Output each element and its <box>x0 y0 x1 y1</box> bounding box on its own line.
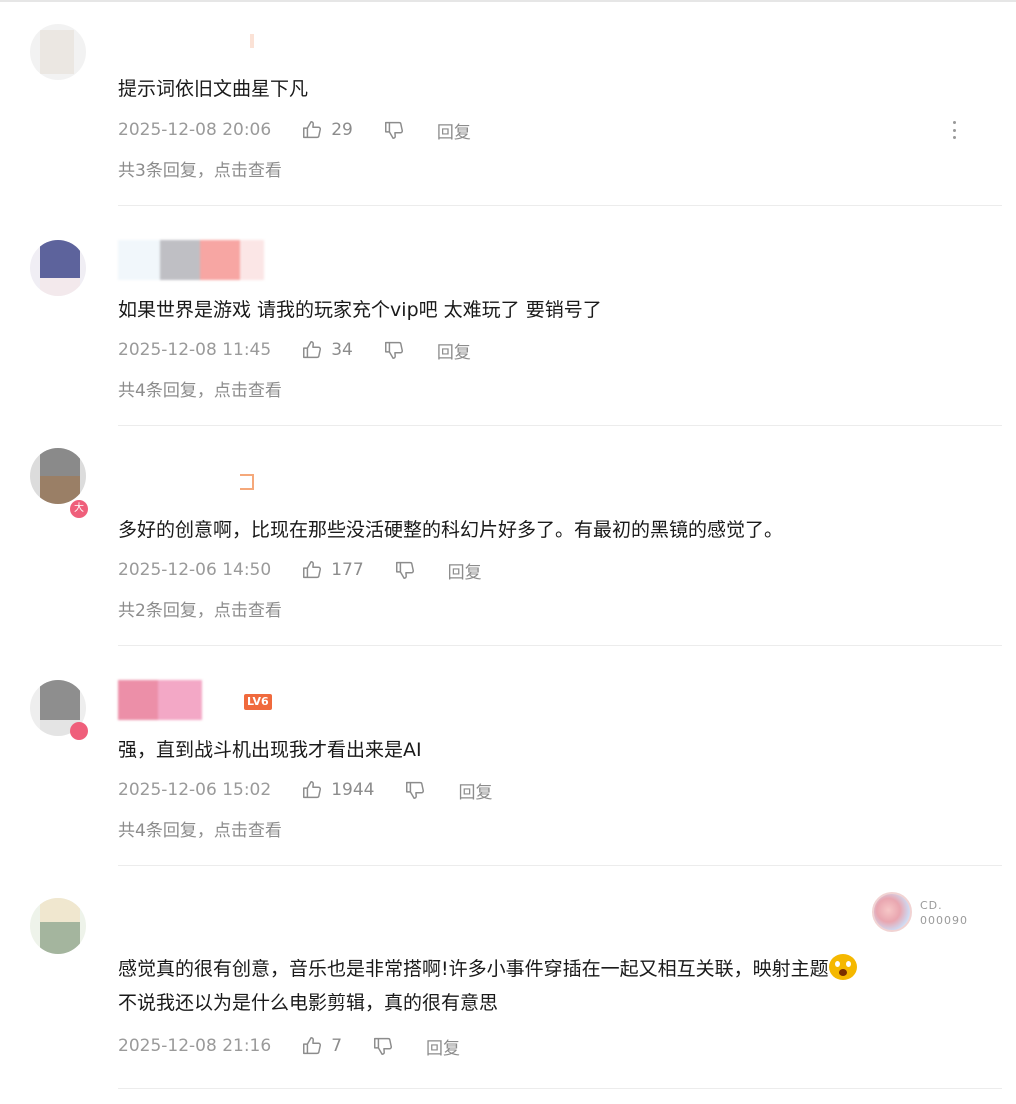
thumb-down-icon <box>383 339 405 361</box>
timestamp: 2025-12-08 11:45 <box>118 340 272 360</box>
like-count: 34 <box>331 340 353 360</box>
avatar-badge <box>70 722 88 740</box>
thumb-up-icon <box>301 119 323 141</box>
view-replies-link[interactable]: 共2条回复，点击查看 <box>118 596 282 621</box>
avatar-badge: 大 <box>70 500 88 518</box>
thumb-up-icon <box>301 779 323 801</box>
divider <box>118 425 1002 426</box>
like-count: 7 <box>331 1036 343 1056</box>
decoration-pendant-icon <box>872 892 912 932</box>
thumb-up-icon <box>301 339 323 361</box>
username-blurred[interactable] <box>118 680 202 720</box>
timestamp: 2025-12-08 20:06 <box>118 120 272 140</box>
reply-button[interactable]: 回复 <box>437 338 471 363</box>
comment-meta: 2025-12-06 14:50 177 回复 <box>118 558 482 583</box>
avatar[interactable] <box>30 448 86 504</box>
divider <box>118 645 1002 646</box>
shocked-emoji-icon <box>828 954 857 980</box>
comment-text: 强，直到战斗机出现我才看出来是AI <box>118 739 422 761</box>
thumb-down-icon <box>383 119 405 141</box>
comment-meta: 2025-12-06 15:02 1944 回复 <box>118 778 492 803</box>
thumb-down-icon <box>372 1035 394 1057</box>
username-blurred[interactable] <box>118 240 264 280</box>
like-button[interactable]: 177 <box>301 559 364 581</box>
avatar[interactable] <box>30 24 86 80</box>
dislike-button[interactable] <box>383 339 405 361</box>
like-button[interactable]: 7 <box>301 1035 342 1057</box>
dislike-button[interactable] <box>372 1035 394 1057</box>
dislike-button[interactable] <box>394 559 416 581</box>
divider <box>118 1088 1002 1089</box>
comment-text: 感觉真的很有创意，音乐也是非常搭啊!许多小事件穿插在一起又相互关联，映射主题 <box>118 952 857 986</box>
avatar[interactable] <box>30 898 86 954</box>
level-badge: LV6 <box>244 694 272 710</box>
divider <box>118 865 1002 866</box>
like-count: 177 <box>331 560 364 580</box>
more-vertical-icon[interactable] <box>944 118 964 142</box>
thumb-up-icon <box>301 1035 323 1057</box>
thumb-down-icon <box>394 559 416 581</box>
avatar[interactable] <box>30 240 86 296</box>
like-button[interactable]: 1944 <box>301 779 374 801</box>
comment-text: 提示词依旧文曲星下凡 <box>118 78 309 100</box>
comment-meta: 2025-12-08 11:45 34 回复 <box>118 338 471 363</box>
divider <box>118 205 1002 206</box>
pendant-label: CD. 000090 <box>920 899 968 927</box>
dislike-button[interactable] <box>383 119 405 141</box>
level-badge <box>240 474 254 490</box>
comment-meta: 2025-12-08 20:06 29 回复 <box>118 118 471 143</box>
timestamp: 2025-12-08 21:16 <box>118 1036 272 1056</box>
top-border <box>0 0 1016 2</box>
like-count: 1944 <box>331 780 375 800</box>
thumb-up-icon <box>301 559 323 581</box>
like-button[interactable]: 29 <box>301 119 353 141</box>
like-button[interactable]: 34 <box>301 339 353 361</box>
view-replies-link[interactable]: 共4条回复，点击查看 <box>118 376 282 401</box>
comment-text-line-2: 不说我还以为是什么电影剪辑，真的很有意思 <box>118 992 499 1014</box>
reply-button[interactable]: 回复 <box>426 1034 460 1059</box>
like-count: 29 <box>331 120 353 140</box>
reply-button[interactable]: 回复 <box>458 778 492 803</box>
view-replies-link[interactable]: 共4条回复，点击查看 <box>118 816 282 841</box>
dislike-button[interactable] <box>404 779 426 801</box>
reply-button[interactable]: 回复 <box>448 558 482 583</box>
reply-button[interactable]: 回复 <box>437 118 471 143</box>
view-replies-link[interactable]: 共3条回复，点击查看 <box>118 156 282 181</box>
comment-text: 如果世界是游戏 请我的玩家充个vip吧 太难玩了 要销号了 <box>118 299 602 321</box>
comment-text: 多好的创意啊，比现在那些没活硬整的科幻片好多了。有最初的黑镜的感觉了。 <box>118 519 784 541</box>
thumb-down-icon <box>404 779 426 801</box>
level-badge <box>250 34 254 48</box>
comment-meta: 2025-12-08 21:16 7 回复 <box>118 1034 460 1059</box>
timestamp: 2025-12-06 15:02 <box>118 780 272 800</box>
timestamp: 2025-12-06 14:50 <box>118 560 272 580</box>
